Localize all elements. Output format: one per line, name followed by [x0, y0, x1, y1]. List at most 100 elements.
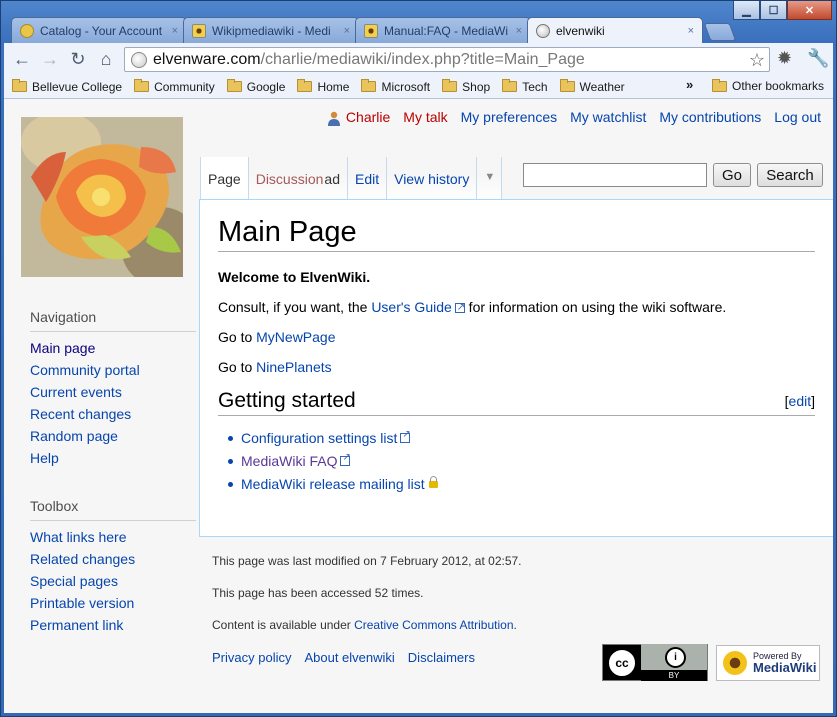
sidebar-item-community-portal[interactable]: Community portal	[30, 362, 200, 378]
tab-manual-faq[interactable]: Manual:FAQ - MediaWi ×	[355, 17, 531, 43]
edit-section-link[interactable]: edit	[789, 393, 812, 409]
tab-close-icon[interactable]: ×	[344, 25, 350, 37]
bookmark-label: Bellevue College	[32, 79, 123, 94]
back-icon[interactable]: ←	[8, 45, 36, 73]
my-contributions-link[interactable]: My contributions	[659, 109, 761, 125]
sidebar-item-special-pages[interactable]: Special pages	[30, 573, 200, 589]
sidebar-item-random-page[interactable]: Random page	[30, 428, 200, 444]
bookmarks-overflow-icon[interactable]: »	[686, 77, 693, 92]
page-title: Main Page	[218, 216, 815, 252]
sidebar-item-help[interactable]: Help	[30, 450, 200, 466]
page-info-icon[interactable]	[131, 51, 147, 68]
privacy-policy-link[interactable]: Privacy policy	[212, 650, 291, 665]
bookmark-label: Tech	[522, 79, 548, 94]
mediawiki-favicon-icon	[364, 23, 378, 38]
mynewpage-link[interactable]: MyNewPage	[256, 329, 335, 345]
bookmark-label: Other bookmarks	[732, 79, 825, 93]
section-heading: Getting started [edit]	[218, 389, 815, 416]
tab-discussion[interactable]: Discussion	[247, 157, 331, 201]
search-button[interactable]: Search	[757, 163, 823, 187]
my-preferences-link[interactable]: My preferences	[461, 109, 557, 125]
mediawiki-faq-link[interactable]: MediaWiki FAQ	[241, 453, 337, 469]
configuration-settings-link[interactable]: Configuration settings list	[241, 430, 397, 446]
creative-commons-badge[interactable]: cc i BY	[602, 644, 708, 681]
sidebar-item-what-links-here[interactable]: What links here	[30, 529, 200, 545]
list-item: MediaWiki release mailing list	[228, 475, 815, 492]
tab-label: Wikipmediawiki - Medi	[212, 23, 331, 38]
powered-by-mediawiki-badge[interactable]: Powered By MediaWiki	[716, 645, 820, 681]
tab-wikipmediawiki[interactable]: Wikipmediawiki - Medi ×	[183, 17, 359, 43]
tab-elvenwiki[interactable]: elvenwiki ×	[527, 17, 703, 43]
bookmark-weather[interactable]: Weather	[559, 79, 625, 94]
tab-close-icon[interactable]: ×	[516, 25, 522, 37]
list-item: Configuration settings list	[228, 429, 815, 446]
bookmark-community[interactable]: Community	[134, 79, 215, 94]
goto-nineplanets: Go to NinePlanets	[218, 359, 332, 375]
folder-icon	[361, 79, 377, 92]
sidebar-item-main-page[interactable]: Main page	[30, 340, 200, 356]
bookmark-shop[interactable]: Shop	[442, 79, 491, 94]
user-page-link[interactable]: Charlie	[346, 109, 390, 125]
sidebar-item-current-events[interactable]: Current events	[30, 384, 200, 400]
disclaimers-link[interactable]: Disclaimers	[408, 650, 475, 665]
sidebar-item-printable-version[interactable]: Printable version	[30, 595, 200, 611]
forward-icon[interactable]: →	[36, 45, 64, 73]
tab-close-icon[interactable]: ×	[688, 25, 694, 37]
folder-icon	[559, 79, 575, 92]
last-modified-text: This page was last modified on 7 Februar…	[212, 554, 522, 568]
bookmark-microsoft[interactable]: Microsoft	[361, 79, 431, 94]
tab-edit[interactable]: Edit	[346, 157, 387, 201]
bookmark-tech[interactable]: Tech	[502, 79, 548, 94]
sidebar-item-related-changes[interactable]: Related changes	[30, 551, 200, 567]
go-button[interactable]: Go	[713, 163, 751, 187]
bookmark-star-icon[interactable]: ☆	[749, 50, 765, 71]
tab-label: Catalog - Your Account	[40, 23, 163, 38]
navigation-portal: Navigation Main page Community portal Cu…	[30, 309, 200, 466]
tab-page[interactable]: Page	[200, 157, 248, 201]
about-link[interactable]: About elvenwiki	[304, 650, 394, 665]
flower-logo-image	[21, 117, 183, 277]
search-input[interactable]	[523, 163, 707, 187]
bookmark-label: Shop	[462, 79, 491, 94]
sidebar-item-recent-changes[interactable]: Recent changes	[30, 406, 200, 422]
license-link[interactable]: Creative Commons Attribution	[354, 618, 513, 632]
bookmark-label: Microsoft	[381, 79, 431, 94]
tab-view-history[interactable]: View history	[386, 157, 477, 201]
more-actions-chevron-icon[interactable]: ▼	[476, 157, 503, 201]
bookmark-home[interactable]: Home	[297, 79, 349, 94]
license-text: Content is available under Creative Comm…	[212, 618, 517, 632]
new-tab-button[interactable]	[703, 23, 737, 41]
wiki-logo[interactable]	[21, 117, 183, 277]
wrench-menu-icon[interactable]: 🔧	[807, 48, 829, 69]
other-bookmarks[interactable]: Other bookmarks	[712, 78, 825, 93]
home-icon[interactable]: ⌂	[92, 45, 120, 73]
external-link-icon	[400, 429, 411, 443]
tab-read[interactable]: ad	[324, 157, 347, 201]
my-talk-link[interactable]: My talk	[403, 109, 447, 125]
tab-catalog[interactable]: Catalog - Your Account ×	[11, 17, 187, 43]
browser-toolbar: ← → ↻ ⌂ elvenware.com/charlie/mediawiki/…	[4, 43, 833, 75]
external-link-icon	[454, 299, 465, 316]
tab-close-icon[interactable]: ×	[172, 25, 178, 37]
globe-icon	[536, 23, 550, 38]
consult-paragraph: Consult, if you want, the User's Guide f…	[218, 299, 815, 316]
nineplanets-link[interactable]: NinePlanets	[256, 359, 332, 375]
folder-icon	[442, 79, 458, 92]
users-guide-link[interactable]: User's Guide	[371, 299, 451, 315]
release-mailing-list-link[interactable]: MediaWiki release mailing list	[241, 476, 425, 492]
sidebar-item-permanent-link[interactable]: Permanent link	[30, 617, 200, 633]
mediawiki-sunflower-icon	[723, 651, 747, 675]
tab-label: elvenwiki	[556, 23, 605, 38]
bookmark-label: Weather	[579, 79, 625, 94]
folder-icon	[712, 78, 727, 92]
bookmark-bellevue-college[interactable]: Bellevue College	[12, 79, 123, 94]
maximize-button[interactable]: ☐	[760, 1, 787, 20]
extension-icon[interactable]: ✹	[777, 48, 792, 69]
logout-link[interactable]: Log out	[774, 109, 821, 125]
close-window-button[interactable]: ✕	[787, 1, 832, 20]
address-bar[interactable]: elvenware.com/charlie/mediawiki/index.ph…	[124, 47, 770, 72]
bookmark-google[interactable]: Google	[226, 79, 285, 94]
my-watchlist-link[interactable]: My watchlist	[570, 109, 646, 125]
reload-icon[interactable]: ↻	[64, 45, 92, 73]
minimize-button[interactable]: ▁	[733, 1, 760, 20]
